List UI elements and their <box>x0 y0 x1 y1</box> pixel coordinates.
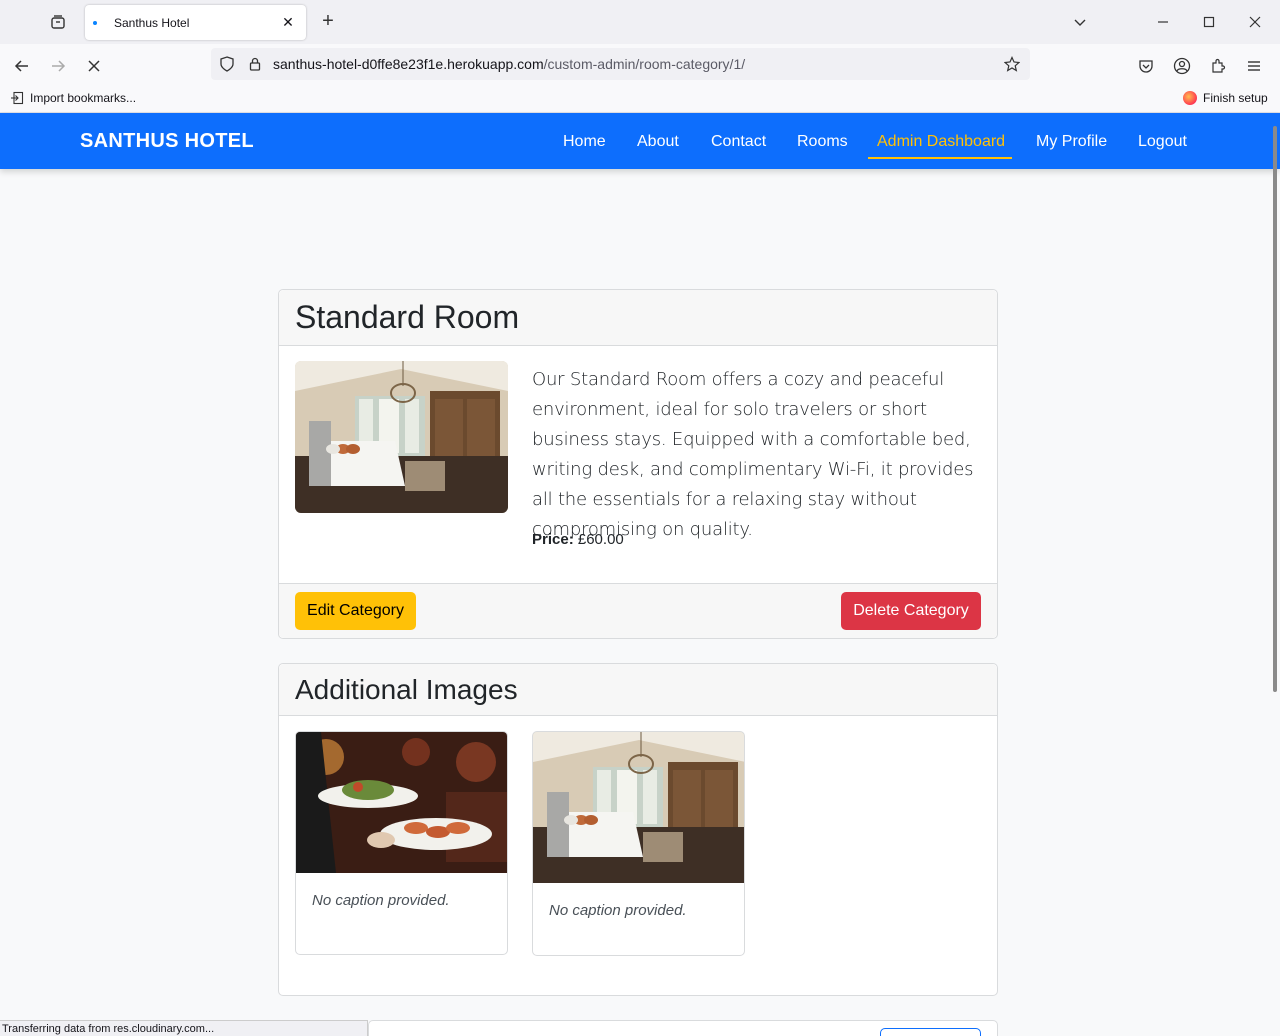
delete-category-button[interactable]: Delete Category <box>841 592 981 630</box>
price-label: Price: <box>532 531 574 548</box>
back-icon[interactable] <box>8 52 36 80</box>
extensions-icon[interactable] <box>1204 52 1232 80</box>
browser-toolbar: santhus-hotel-d0ffe8e23f1e.herokuapp.com… <box>0 44 1280 86</box>
food-image <box>296 732 507 873</box>
room-image <box>533 732 744 883</box>
pocket-icon[interactable] <box>1132 52 1160 80</box>
nav-my-profile[interactable]: My Profile <box>1036 133 1107 151</box>
tab-loading-dot <box>93 20 97 25</box>
nav-about[interactable]: About <box>637 133 679 151</box>
minimize-icon[interactable] <box>1140 0 1186 44</box>
url-path: /custom-admin/room-category/1/ <box>543 56 746 72</box>
star-icon[interactable] <box>1002 54 1022 74</box>
nav-logout[interactable]: Logout <box>1138 133 1187 151</box>
room-image <box>295 361 508 513</box>
brand-logo[interactable]: SANTHUS HOTEL <box>80 130 254 153</box>
url-text: santhus-hotel-d0ffe8e23f1e.herokuapp.com… <box>273 56 745 72</box>
room-description: Our Standard Room offers a cozy and peac… <box>532 369 974 540</box>
close-icon[interactable]: ✕ <box>278 13 298 33</box>
chevron-down-icon[interactable] <box>1057 0 1103 44</box>
nav-rooms[interactable]: Rooms <box>797 133 848 151</box>
image-caption: No caption provided. <box>549 902 687 919</box>
browser-status-bar: Transferring data from res.cloudinary.co… <box>0 1020 368 1036</box>
nav-admin-dashboard[interactable]: Admin Dashboard <box>877 133 1005 151</box>
card-footer: Edit Category Delete Category <box>279 583 997 638</box>
additional-image-card: No caption provided. <box>532 731 745 956</box>
card-header: Additional Images <box>279 664 997 716</box>
additional-images-title: Additional Images <box>295 674 518 705</box>
address-bar[interactable]: santhus-hotel-d0ffe8e23f1e.herokuapp.com… <box>211 48 1030 80</box>
page-scrollbar[interactable] <box>1273 126 1277 692</box>
card-header: Standard Room <box>279 290 997 346</box>
room-price: Price: £60.00 <box>532 531 624 548</box>
next-card-button-partial[interactable] <box>880 1028 981 1036</box>
nav-home[interactable]: Home <box>563 133 606 151</box>
browser-tab-active[interactable]: Santhus Hotel ✕ <box>85 5 306 40</box>
url-domain: santhus-hotel-d0ffe8e23f1e.herokuapp.com <box>273 56 544 72</box>
site-navbar: SANTHUS HOTEL Home About Contact Rooms A… <box>0 113 1280 169</box>
tab-list-icon[interactable] <box>46 10 70 34</box>
firefox-logo-icon <box>1183 91 1197 105</box>
additional-images-card: Additional Images No caption provided. N… <box>278 663 998 996</box>
bookmarks-bar: Import bookmarks... Finish setup <box>0 86 1280 113</box>
image-caption: No caption provided. <box>312 892 450 909</box>
import-bookmarks-link[interactable]: Import bookmarks... <box>10 91 136 105</box>
maximize-icon[interactable] <box>1186 0 1232 44</box>
active-nav-underline <box>868 157 1012 159</box>
shield-icon[interactable] <box>217 54 237 74</box>
edit-category-button[interactable]: Edit Category <box>295 592 416 630</box>
import-bookmarks-label: Import bookmarks... <box>30 91 137 105</box>
tab-title: Santhus Hotel <box>114 15 190 30</box>
import-icon <box>11 91 24 105</box>
room-category-card: Standard Room Our Standard Room offers a… <box>278 289 998 639</box>
lock-icon[interactable] <box>245 54 265 74</box>
stop-loading-icon[interactable] <box>80 52 108 80</box>
forward-icon[interactable] <box>44 52 72 80</box>
menu-icon[interactable] <box>1240 52 1268 80</box>
price-value: £60.00 <box>577 531 624 548</box>
additional-image-card: No caption provided. <box>295 731 508 955</box>
finish-setup-link[interactable]: Finish setup <box>1183 91 1268 105</box>
window-close-icon[interactable] <box>1232 0 1278 44</box>
account-icon[interactable] <box>1168 52 1196 80</box>
room-title: Standard Room <box>295 299 520 335</box>
new-tab-icon[interactable]: + <box>316 10 340 34</box>
browser-tab-bar: Santhus Hotel ✕ + <box>0 0 1280 44</box>
finish-setup-label: Finish setup <box>1203 91 1268 105</box>
nav-contact[interactable]: Contact <box>711 133 766 151</box>
